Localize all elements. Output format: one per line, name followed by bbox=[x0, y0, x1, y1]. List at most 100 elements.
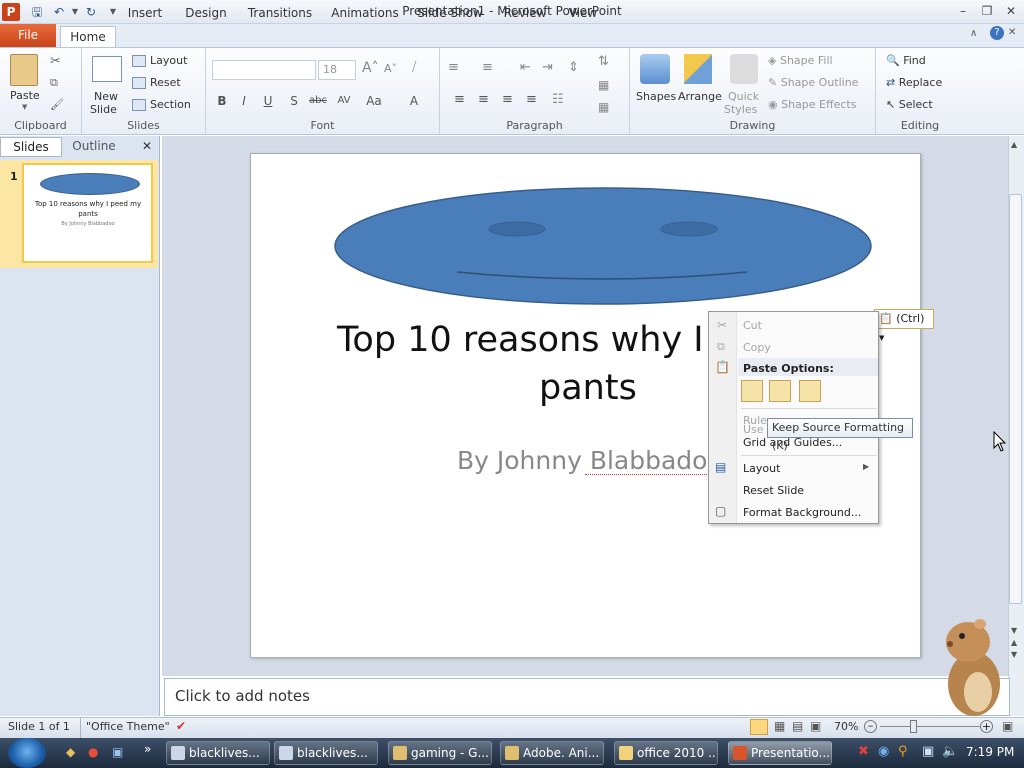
paste-options-ctrl-button[interactable]: 📋 (Ctrl) ▼ bbox=[874, 309, 934, 342]
scroll-down-icon[interactable]: ▼ bbox=[1011, 626, 1017, 635]
menu-item-format-background[interactable]: Format Background... bbox=[743, 506, 861, 519]
slide-sorter-icon[interactable]: ▦ bbox=[774, 719, 785, 733]
change-case-icon[interactable]: Aa bbox=[364, 92, 384, 110]
smiley-face-shape[interactable] bbox=[333, 186, 873, 308]
taskbar-item[interactable]: gaming - G... bbox=[388, 741, 492, 765]
tab-slide-show[interactable]: Slide Show bbox=[414, 3, 486, 24]
taskbar-item[interactable]: Adobe. Ani... bbox=[500, 741, 604, 765]
new-slide-icon[interactable] bbox=[92, 56, 122, 82]
replace-button[interactable]: ⇄ Replace bbox=[886, 76, 942, 89]
use-destination-theme-icon[interactable] bbox=[769, 380, 791, 402]
menu-item-reset-slide[interactable]: Reset Slide bbox=[743, 484, 804, 497]
reading-view-icon[interactable]: ▤ bbox=[792, 719, 803, 733]
clock[interactable]: 7:19 PM bbox=[966, 745, 1014, 759]
theme-name[interactable]: "Office Theme" bbox=[86, 720, 170, 733]
slide-title-line-2[interactable]: pants bbox=[539, 368, 637, 408]
fit-to-window-icon[interactable]: ▣ bbox=[1002, 719, 1013, 733]
slide-thumbnail[interactable]: Top 10 reasons why I peed my pants By Jo… bbox=[22, 163, 153, 263]
spelling-check-icon[interactable]: ✔ bbox=[176, 719, 186, 733]
shape-outline-button[interactable]: ✎ Shape Outline bbox=[768, 76, 858, 89]
tray-icon-3[interactable]: ⚲ bbox=[898, 744, 908, 759]
quicklaunch-more-icon[interactable]: » bbox=[144, 742, 151, 756]
restore-button[interactable]: ❐ bbox=[976, 2, 998, 20]
zoom-slider-thumb[interactable] bbox=[910, 720, 917, 733]
tab-review[interactable]: Review bbox=[498, 3, 552, 24]
paste-icon[interactable] bbox=[10, 54, 38, 86]
arrange-icon[interactable] bbox=[684, 54, 712, 84]
volume-icon[interactable]: 🔈 bbox=[942, 744, 958, 759]
bold-icon[interactable]: B bbox=[212, 92, 232, 110]
tray-icon-1[interactable]: ✖ bbox=[858, 744, 869, 759]
arrange-button[interactable]: Arrange bbox=[678, 90, 722, 103]
new-slide-label-2[interactable]: Slide bbox=[90, 103, 117, 116]
align-right-icon[interactable]: ≡ bbox=[502, 92, 513, 107]
font-name-combobox[interactable] bbox=[212, 60, 316, 80]
align-text-icon[interactable]: ▦ bbox=[598, 78, 609, 92]
help-icon[interactable]: ? bbox=[990, 26, 1004, 40]
close-button[interactable]: ✕ bbox=[1000, 2, 1022, 20]
font-size-combobox[interactable]: 18 bbox=[318, 60, 356, 80]
line-spacing-icon[interactable]: ⇕ bbox=[568, 60, 579, 75]
tab-outline[interactable]: Outline bbox=[62, 137, 126, 157]
strikethrough-icon[interactable]: abc bbox=[308, 92, 328, 110]
numbering-icon[interactable]: ≡ bbox=[482, 60, 493, 75]
new-slide-label-1[interactable]: New bbox=[94, 90, 118, 103]
zoom-level[interactable]: 70% bbox=[834, 720, 858, 733]
smartart-icon[interactable]: ▦ bbox=[598, 100, 609, 114]
tab-home[interactable]: Home bbox=[60, 26, 116, 47]
select-button[interactable]: ↖ Select bbox=[886, 98, 933, 111]
align-left-icon[interactable]: ≡ bbox=[454, 92, 465, 107]
quicklaunch-icon-1[interactable]: ◆ bbox=[66, 745, 75, 759]
cut-icon[interactable]: ✂ bbox=[50, 54, 61, 69]
zoom-slider-track[interactable] bbox=[880, 726, 980, 727]
minimize-ribbon-icon[interactable]: ∧ bbox=[970, 28, 977, 39]
format-painter-icon[interactable]: 🖌 bbox=[50, 98, 64, 111]
previous-slide-icon[interactable]: ▲ bbox=[1011, 638, 1017, 647]
menu-item-use[interactable]: Use bbox=[743, 423, 764, 436]
justify-icon[interactable]: ≡ bbox=[526, 92, 537, 107]
tab-design[interactable]: Design bbox=[180, 3, 232, 24]
layout-button[interactable]: Layout bbox=[132, 54, 187, 67]
taskbar-item[interactable]: office 2010 ... bbox=[614, 741, 718, 765]
menu-item-cut[interactable]: Cut bbox=[743, 319, 762, 332]
paste-picture-icon[interactable] bbox=[799, 380, 821, 402]
quick-styles-label-1[interactable]: Quick bbox=[728, 90, 759, 103]
quick-styles-icon[interactable] bbox=[730, 54, 758, 84]
find-button[interactable]: 🔍 Find bbox=[886, 54, 926, 67]
shapes-icon[interactable] bbox=[640, 54, 670, 84]
show-desktop-icon[interactable]: ▣ bbox=[112, 745, 123, 759]
bullets-icon[interactable]: ≡ bbox=[448, 60, 459, 75]
shape-fill-button[interactable]: ◈ Shape Fill bbox=[768, 54, 833, 67]
tab-slides[interactable]: Slides bbox=[0, 137, 62, 157]
decrease-indent-icon[interactable]: ⇤ bbox=[520, 60, 531, 75]
shapes-button[interactable]: Shapes bbox=[636, 90, 676, 103]
text-direction-icon[interactable]: ⇅ bbox=[598, 54, 609, 69]
normal-view-icon[interactable] bbox=[750, 719, 768, 735]
network-icon[interactable]: ▣ bbox=[922, 744, 934, 759]
tab-file[interactable]: File bbox=[0, 24, 56, 47]
paste-dropdown-icon[interactable]: ▼ bbox=[22, 103, 27, 111]
zoom-out-icon[interactable]: – bbox=[864, 720, 877, 733]
menu-item-layout[interactable]: Layout bbox=[743, 462, 780, 475]
character-spacing-icon[interactable]: AV bbox=[334, 92, 354, 110]
start-button[interactable] bbox=[8, 738, 46, 768]
paste-button[interactable]: Paste bbox=[10, 89, 40, 102]
tray-icon-2[interactable]: ◉ bbox=[878, 744, 889, 759]
scroll-up-icon[interactable]: ▲ bbox=[1011, 140, 1017, 149]
columns-icon[interactable]: ☷ bbox=[552, 92, 564, 107]
minimize-button[interactable]: – bbox=[952, 2, 974, 20]
increase-indent-icon[interactable]: ⇥ bbox=[542, 60, 553, 75]
tab-animations[interactable]: Animations bbox=[328, 3, 402, 24]
shadow-icon[interactable]: S bbox=[284, 92, 304, 110]
taskbar-item[interactable]: blacklives... bbox=[274, 741, 378, 765]
shrink-font-icon[interactable]: A˅ bbox=[384, 62, 397, 75]
taskbar-item-active[interactable]: Presentatio... bbox=[728, 741, 832, 765]
slide-subtitle[interactable]: By Johnny Blabbadoo bbox=[457, 446, 717, 475]
font-color-icon[interactable]: A bbox=[404, 92, 424, 110]
tab-insert[interactable]: Insert bbox=[122, 3, 168, 24]
underline-icon[interactable]: U bbox=[258, 92, 278, 110]
close-document-icon[interactable]: ✕ bbox=[1008, 27, 1016, 38]
copy-icon[interactable]: ⧉ bbox=[50, 76, 58, 90]
slide-show-icon[interactable]: ▣ bbox=[810, 719, 821, 733]
keep-source-formatting-icon[interactable] bbox=[741, 380, 763, 402]
